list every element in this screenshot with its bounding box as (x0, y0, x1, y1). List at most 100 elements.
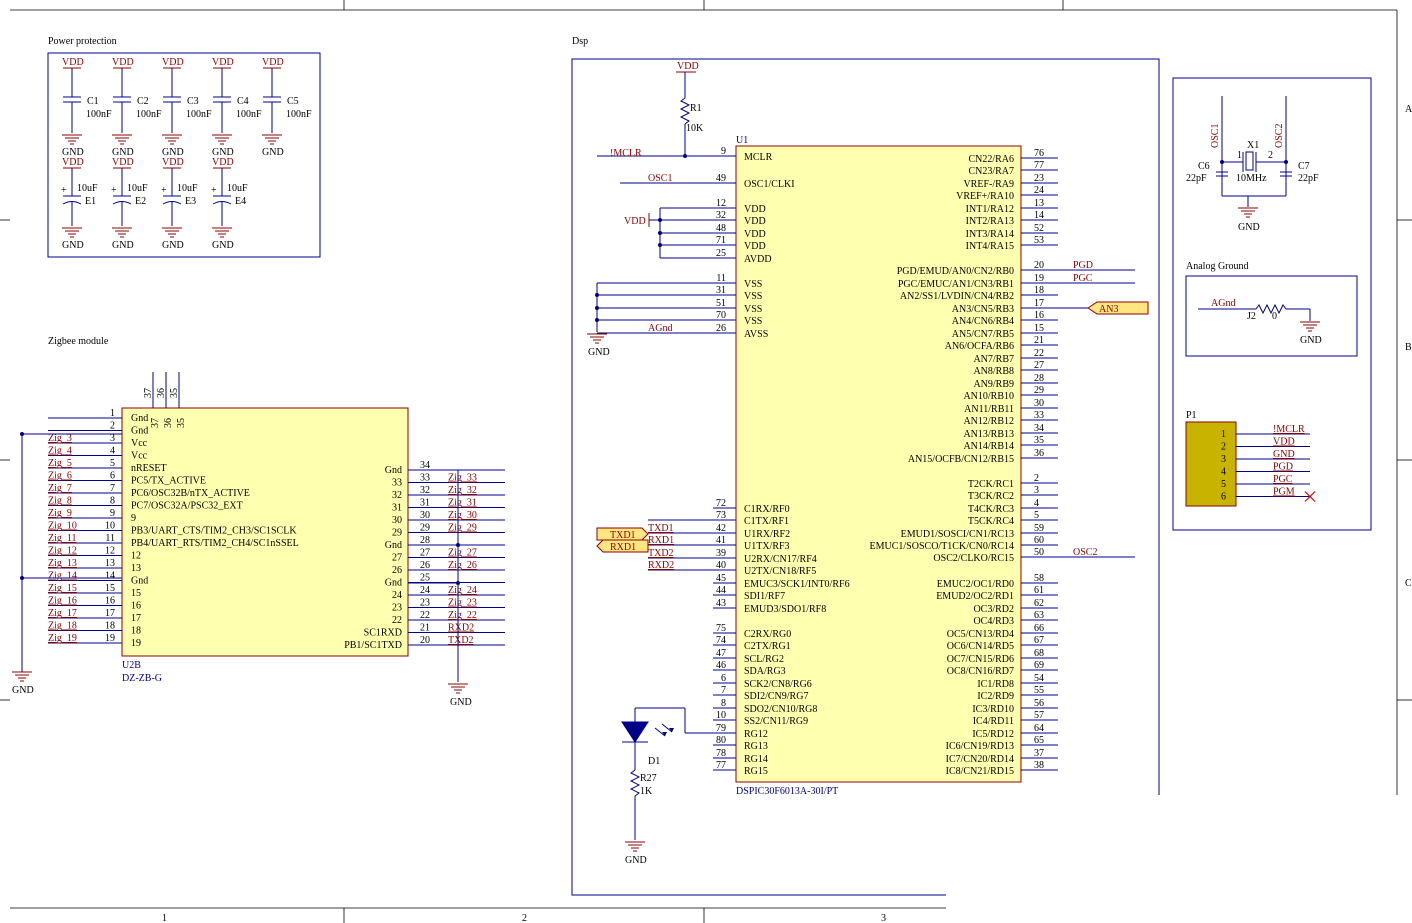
dsp-pin-number: 35 (1034, 435, 1044, 446)
zigbee-pin-name: 29 (392, 528, 402, 539)
zigbee-top-pin-inner: 37 (150, 418, 161, 428)
gnd-symbol (112, 227, 132, 238)
dsp-pin-number: 3 (1034, 485, 1039, 496)
dsp-pin-name: U1TX/RF3 (744, 541, 790, 552)
dsp-pin-name: C1RX/RF0 (744, 504, 790, 515)
led-gnd-label: GND (625, 855, 647, 866)
dsp-pin-number: 63 (1034, 610, 1044, 621)
dsp-pin-number: 58 (1034, 573, 1044, 584)
zigbee-pin-name: PC7/OSC32A/PSC32_EXT (131, 501, 243, 512)
dsp-pin-name: AVDD (744, 254, 772, 265)
zigbee-pin-name: Gnd (131, 576, 148, 587)
zigbee-pin-name: Gnd (131, 413, 148, 424)
blank-region (946, 795, 1412, 923)
rxd2-net-label: RXD2 (648, 560, 674, 571)
dsp-pin-name: AN9/RB9 (973, 379, 1014, 390)
zigbee-pin-number: 34 (420, 460, 430, 471)
row-label-b: B (1405, 342, 1412, 353)
dsp-part: DSPIC30F6013A-30I/PT (736, 786, 838, 797)
dsp-pin-name: OC6/CN14/RD5 (947, 641, 1014, 652)
r27-resistor (629, 769, 641, 797)
d1-ref: D1 (648, 756, 660, 767)
r1-resistor (679, 97, 691, 125)
zigbee-net-label: Zig_3 (48, 433, 72, 444)
dsp-pin-number: 9 (721, 146, 726, 157)
right-panel: OSC1 OSC2 X1 1 2 10MHz C6 22pF C7 22pF G… (1172, 77, 1372, 531)
osc1-net-label: OSC1 (648, 173, 672, 184)
vdd-label: VDD (212, 157, 234, 168)
dsp-pin-name: AN8/RB8 (973, 366, 1014, 377)
dsp-pin-number: 40 (716, 560, 726, 571)
dsp-pin-name: SDI1/RF7 (744, 591, 785, 602)
dsp-pin-number: 5 (1034, 510, 1039, 521)
polarity-mark: + (61, 185, 67, 196)
zigbee-pin-number: 18 (105, 621, 115, 632)
dsp-agnd-label: AGnd (648, 323, 672, 334)
dsp-pin-number: 32 (716, 210, 726, 221)
dsp-pin-name: IC8/CN21/RD15 (946, 766, 1014, 777)
dsp-pin-name: T4CK/RC3 (968, 504, 1014, 515)
cap-ref: E4 (235, 196, 246, 207)
dsp-pin-name: RG12 (744, 729, 768, 740)
cap-value: 10uF (227, 183, 248, 194)
dsp-pin-name: PGC/EMUC/AN1/CN3/RB1 (898, 279, 1014, 290)
dsp-pin-number: 60 (1034, 535, 1044, 546)
dsp-pin-number: 67 (1034, 635, 1044, 646)
zigbee-pin-name: PC6/OSC32B/nTX_ACTIVE (131, 488, 250, 499)
dsp-pin-number: 17 (1034, 298, 1044, 309)
gnd-symbol (1238, 207, 1258, 218)
pgc-net-label: PGC (1073, 273, 1093, 284)
zigbee-pin-number: 16 (105, 596, 115, 607)
dsp-pin-number: 22 (1034, 348, 1044, 359)
zigbee-pin-number: 24 (420, 585, 430, 596)
dsp-pin-number: 77 (1034, 160, 1044, 171)
zigbee-net-label: Zig_6 (48, 471, 72, 482)
dsp-pin-number: 11 (716, 273, 726, 284)
zigbee-net-label: Zig_10 (48, 521, 77, 532)
zigbee-pin-name: 30 (392, 515, 402, 526)
zigbee-pin-number: 19 (105, 633, 115, 644)
dsp-vdd-rail-label: VDD (624, 216, 646, 227)
zigbee-net-label: Zig_16 (48, 596, 77, 607)
dsp-pin-name: AN5/CN7/RB5 (952, 329, 1014, 340)
dsp-pin-number: 21 (1034, 335, 1044, 346)
zigbee-pin-number: 25 (420, 573, 430, 584)
agnd-net-label: AGnd (1211, 298, 1235, 309)
dsp-pin-name: AN13/RB13 (963, 429, 1014, 440)
zigbee-pin-name: nRESET (131, 463, 167, 474)
led-d1-symbol (621, 721, 649, 743)
zigbee-pin-number: 26 (420, 560, 430, 571)
zigbee-pin-name: 13 (131, 563, 141, 574)
dsp-pin-name: U1RX/RF2 (744, 529, 790, 540)
gnd-symbol (162, 227, 182, 238)
dsp-pin-name: OSC2/CLKO/RC15 (933, 553, 1014, 564)
zigbee-pin-name: Gnd (131, 426, 148, 437)
osc1-vertical-label: OSC1 (1210, 124, 1221, 148)
schematic-canvas: 1 2 3 A B C Power protection VDD C1 100nF G… (0, 0, 1412, 923)
cap-ref: C5 (287, 96, 299, 107)
zigbee-net-label: Zig_22 (448, 610, 477, 621)
zigbee-pin-name: 16 (131, 601, 141, 612)
dsp-pin-name: CN23/RA7 (968, 166, 1014, 177)
dsp-ref: U1 (736, 135, 748, 146)
dsp-pin-name: AN3/CN5/RB3 (952, 304, 1014, 315)
zigbee-block: Zigbee module U2B DZ-ZB-G 373736363535 1… (12, 336, 505, 708)
zigbee-pin-number: 5 (110, 458, 115, 469)
zigbee-pin-number: 6 (110, 471, 115, 482)
zigbee-pin-name: SC1RXD (364, 628, 402, 639)
p1-net-label: PGM (1273, 487, 1295, 498)
polarity-mark: + (161, 185, 167, 196)
zigbee-net-label: Zig_30 (448, 510, 477, 521)
p1-net-label: PGC (1273, 474, 1293, 485)
gnd-symbol (448, 683, 468, 694)
zigbee-net-label: Zig_32 (448, 485, 477, 496)
dsp-pin-name: SCL/RG2 (744, 654, 784, 665)
dsp-pin-number: 75 (716, 623, 726, 634)
p1-connector-body (1185, 421, 1237, 507)
zigbee-pin-number: 3 (110, 433, 115, 444)
zigbee-pin-number: 2 (110, 421, 115, 432)
dsp-pin-number: 38 (1034, 760, 1044, 771)
vdd-label: VDD (162, 57, 184, 68)
zigbee-net-label: Zig_17 (48, 608, 77, 619)
dsp-pin-number: 26 (716, 323, 726, 334)
